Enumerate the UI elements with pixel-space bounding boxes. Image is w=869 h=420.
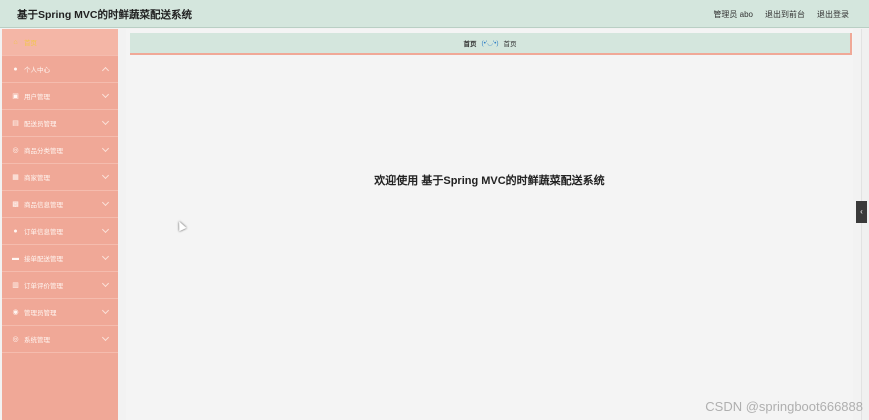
sidebar-item-label: 系统管理 xyxy=(24,337,50,344)
sidebar-item-order-management[interactable]: ● 订单信息管理 xyxy=(2,218,118,245)
sidebar-item-review-management[interactable]: ▥ 订单评价管理 xyxy=(2,272,118,299)
chevron-down-icon xyxy=(101,144,110,153)
courier-icon: ▤ xyxy=(12,119,19,127)
sidebar-item-system-management[interactable]: ◎ 系统管理 xyxy=(2,326,118,353)
chevron-down-icon xyxy=(101,171,110,180)
sidebar-item-personal-center[interactable]: ● 个人中心 xyxy=(2,56,118,83)
app-title: 基于Spring MVC的时鲜蔬菜配送系统 xyxy=(17,9,192,21)
review-icon: ▥ xyxy=(12,281,19,289)
admin-icon: ◉ xyxy=(12,308,19,316)
sidebar-item-label: 管理员管理 xyxy=(24,310,57,317)
sidebar-item-label: 订单信息管理 xyxy=(24,229,63,236)
logout-link[interactable]: 退出登录 xyxy=(817,9,849,20)
sidebar-item-label: 订单评价管理 xyxy=(24,283,63,290)
breadcrumb-separator: (•'◡'•) xyxy=(481,40,499,47)
chevron-down-icon xyxy=(101,252,110,261)
category-icon: ◎ xyxy=(12,146,19,154)
sidebar-item-merchant-management[interactable]: ▦ 商家管理 xyxy=(2,164,118,191)
top-header: 基于Spring MVC的时鲜蔬菜配送系统 管理员 abo 退出到前台 退出登录 xyxy=(0,0,869,28)
sidebar-menu: ⌂ 首页 ● 个人中心 ▣ 用户管理 ▤ 配送员管理 ◎ 商品分类管理 ▦ 商家… xyxy=(2,29,118,420)
sidebar-item-label: 商家管理 xyxy=(24,175,50,182)
welcome-message: 欢迎使用 基于Spring MVC的时鲜蔬菜配送系统 xyxy=(374,175,605,187)
store-icon: ▦ xyxy=(12,173,19,181)
back-to-frontend-link[interactable]: 退出到前台 xyxy=(765,9,805,20)
sidebar-item-label: 配送员管理 xyxy=(24,121,57,128)
breadcrumb-current: 首页 xyxy=(503,41,517,48)
user-icon: ● xyxy=(13,65,18,73)
chevron-down-icon xyxy=(101,306,110,315)
sidebar-item-admin-management[interactable]: ◉ 管理员管理 xyxy=(2,299,118,326)
collapse-panel-tab[interactable]: ‹ xyxy=(856,201,867,223)
sidebar-item-label: 个人中心 xyxy=(24,67,50,74)
sidebar-item-label: 商品信息管理 xyxy=(24,202,63,209)
sidebar-item-label: 首页 xyxy=(24,40,37,47)
users-icon: ▣ xyxy=(12,92,19,100)
sidebar-item-home[interactable]: ⌂ 首页 xyxy=(2,29,118,56)
chevron-down-icon xyxy=(101,117,110,126)
sidebar-item-user-management[interactable]: ▣ 用户管理 xyxy=(2,83,118,110)
chevron-up-icon xyxy=(101,66,110,75)
main-content: 首页 (•'◡'•) 首页 欢迎使用 基于Spring MVC的时鲜蔬菜配送系统 xyxy=(126,29,853,420)
sidebar-item-courier-management[interactable]: ▤ 配送员管理 xyxy=(2,110,118,137)
chevron-down-icon xyxy=(101,225,110,234)
sidebar-item-label: 用户管理 xyxy=(24,94,50,101)
sidebar-item-category-management[interactable]: ◎ 商品分类管理 xyxy=(2,137,118,164)
settings-icon: ◎ xyxy=(12,335,19,343)
header-actions: 管理员 abo 退出到前台 退出登录 xyxy=(713,9,849,20)
sidebar-item-label: 商品分类管理 xyxy=(24,148,63,155)
sidebar-item-goods-management[interactable]: ▩ 商品信息管理 xyxy=(2,191,118,218)
breadcrumb: 首页 (•'◡'•) 首页 xyxy=(130,33,852,55)
chevron-down-icon xyxy=(101,279,110,288)
chevron-down-icon xyxy=(101,90,110,99)
order-icon: ● xyxy=(13,227,18,235)
chevron-left-icon: ‹ xyxy=(860,207,863,216)
home-icon: ⌂ xyxy=(13,38,18,46)
sidebar-item-delivery-management[interactable]: ▬ 接单配送管理 xyxy=(2,245,118,272)
breadcrumb-home-link[interactable]: 首页 xyxy=(463,38,476,48)
app-window: 基于Spring MVC的时鲜蔬菜配送系统 管理员 abo 退出到前台 退出登录… xyxy=(0,0,869,420)
page-scrollbar[interactable] xyxy=(861,29,869,420)
delivery-icon: ▬ xyxy=(12,254,19,262)
watermark: CSDN @springboot666888 xyxy=(705,399,863,414)
goods-icon: ▩ xyxy=(12,200,19,208)
chevron-down-icon xyxy=(101,198,110,207)
chevron-down-icon xyxy=(101,333,110,342)
admin-user-label[interactable]: 管理员 abo xyxy=(713,9,753,20)
sidebar-item-label: 接单配送管理 xyxy=(24,256,63,263)
